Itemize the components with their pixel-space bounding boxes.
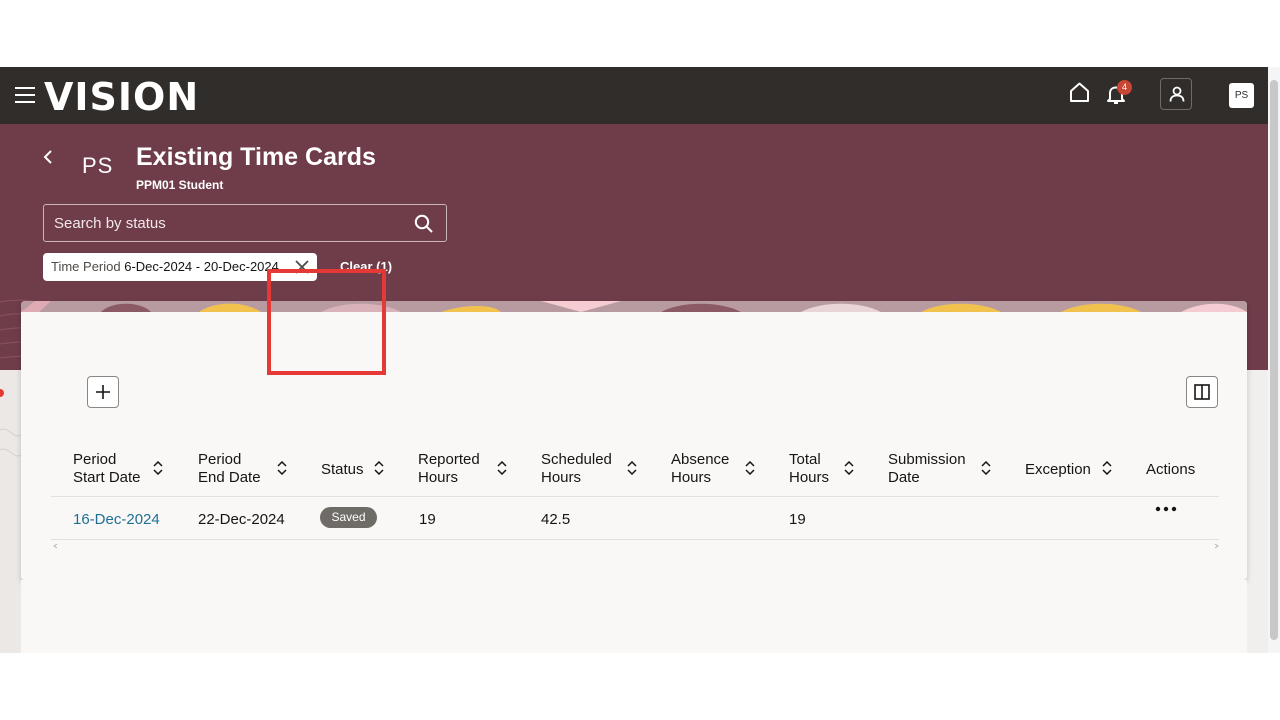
header-line: Hours [671, 469, 712, 486]
avatar[interactable]: PS [1229, 83, 1254, 108]
header-line: End Date [198, 469, 261, 486]
header-line: Absence [671, 451, 730, 468]
add-time-card-button[interactable] [87, 376, 119, 408]
header-line: Hours [541, 469, 582, 486]
header-line: Period [198, 451, 242, 468]
column-header-period-start[interactable]: Period Start Date [73, 451, 141, 487]
more-actions-icon[interactable] [1155, 506, 1177, 512]
sort-icon[interactable] [627, 461, 637, 475]
header-line: Hours [418, 469, 459, 486]
column-view-button[interactable] [1186, 376, 1218, 408]
sort-icon[interactable] [374, 461, 384, 475]
column-header-exception[interactable]: Exception [1025, 461, 1091, 479]
sort-icon[interactable] [981, 461, 991, 475]
header-line: Date [888, 469, 920, 486]
search-input[interactable] [44, 205, 404, 241]
column-header-status[interactable]: Status [321, 461, 364, 479]
header-line: Start Date [73, 469, 141, 486]
header-divider [51, 496, 1219, 497]
status-highlight-box [267, 269, 386, 375]
header-line: Reported [418, 451, 480, 468]
sort-icon[interactable] [844, 461, 854, 475]
filter-value: 6-Dec-2024 - 20-Dec-2024 [124, 259, 279, 274]
header-line: Hours [789, 469, 830, 486]
column-header-period-end[interactable]: Period End Date [198, 451, 261, 487]
search-field[interactable] [43, 204, 447, 242]
sort-icon[interactable] [497, 461, 507, 475]
reported-hours-cell: 19 [419, 511, 436, 528]
split-panel-icon [1194, 384, 1210, 400]
horizontal-scrollbar[interactable] [53, 543, 1219, 549]
content-area [21, 580, 1247, 653]
hamburger-menu-icon[interactable] [15, 87, 35, 103]
app-window: VISION 4 PS PS Existing Time Cards PPM01… [0, 67, 1268, 653]
decorative-strip [21, 301, 1247, 312]
period-start-link[interactable]: 16-Dec-2024 [73, 511, 160, 528]
time-cards-panel: Period Start Date Period End Date Status… [21, 301, 1247, 580]
scrollbar-thumb[interactable] [1270, 80, 1278, 640]
header-line: Total [789, 451, 821, 468]
column-header-scheduled-hours[interactable]: Scheduled Hours [541, 451, 612, 487]
home-icon[interactable] [1069, 81, 1090, 103]
period-end-cell: 22-Dec-2024 [198, 511, 285, 528]
user-initials: PS [82, 153, 114, 178]
header-line: Actions [1146, 461, 1196, 478]
row-divider [51, 539, 1219, 540]
filter-label: Time Period [51, 259, 121, 274]
top-bar: VISION 4 PS [0, 67, 1268, 124]
background-decoration [0, 370, 21, 653]
column-header-absence-hours[interactable]: Absence Hours [671, 451, 729, 487]
status-badge: Saved [320, 507, 377, 528]
header-line: Submission [888, 451, 966, 468]
header-line: Exception [1025, 461, 1091, 478]
column-header-actions: Actions [1146, 461, 1195, 479]
sort-icon[interactable] [1102, 461, 1112, 475]
total-hours-cell: 19 [789, 511, 806, 528]
app-logo: VISION [44, 75, 200, 119]
search-icon[interactable] [414, 214, 434, 234]
page-subtitle: PPM01 Student [136, 178, 224, 192]
header-line: Period [73, 451, 117, 468]
scheduled-hours-cell: 42.5 [541, 511, 571, 528]
sort-icon[interactable] [745, 461, 755, 475]
header-line: Scheduled [541, 451, 612, 468]
back-chevron-icon[interactable] [42, 149, 54, 165]
sort-icon[interactable] [153, 461, 163, 475]
header-line: Status [321, 461, 364, 478]
column-header-reported-hours[interactable]: Reported Hours [418, 451, 480, 487]
column-header-total-hours[interactable]: Total Hours [789, 451, 829, 487]
sort-icon[interactable] [277, 461, 287, 475]
page-title: Existing Time Cards [136, 143, 376, 171]
plus-icon [96, 385, 110, 399]
user-menu-button[interactable] [1160, 78, 1192, 110]
person-icon [1169, 86, 1185, 102]
notification-count-badge: 4 [1117, 80, 1132, 95]
column-header-submission-date[interactable]: Submission Date [888, 451, 966, 487]
